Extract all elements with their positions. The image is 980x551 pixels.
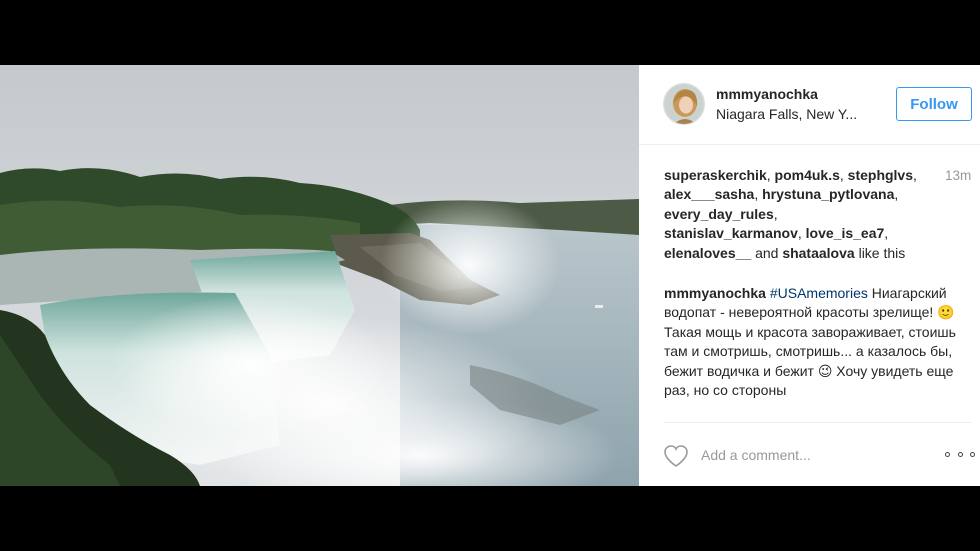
liker-username[interactable]: superaskerchik — [664, 167, 767, 183]
liker-username[interactable]: stephglvs — [848, 167, 913, 183]
liker-username[interactable]: pom4uk.s — [775, 167, 840, 183]
dot — [945, 451, 950, 457]
divider — [664, 422, 972, 423]
post-caption: mmmyanochka #USAmemories Ниагарский водо… — [664, 284, 964, 420]
heart-outline-icon — [664, 445, 688, 467]
likes-list: superaskerchik, pom4uk.s, stephglvs, ale… — [664, 167, 917, 261]
follow-button[interactable]: Follow — [896, 87, 972, 121]
caption-username[interactable]: mmmyanochka — [664, 285, 766, 301]
post-location[interactable]: Niagara Falls, New Y... — [716, 106, 876, 122]
post-details-panel: mmmyanochka Niagara Falls, New Y... Foll… — [639, 65, 980, 486]
more-options-icon[interactable] — [945, 447, 975, 461]
post-author-username[interactable]: mmmyanochka — [716, 86, 818, 102]
post-header: mmmyanochka Niagara Falls, New Y... Foll… — [639, 65, 980, 145]
liker-username[interactable]: shataalova — [782, 245, 854, 261]
likes-suffix: like this — [858, 244, 906, 261]
post-photo[interactable] — [0, 65, 639, 486]
likes-and-word: and — [755, 244, 779, 261]
dot — [970, 451, 975, 457]
caption-hashtag[interactable]: #USAmemories — [770, 285, 868, 301]
liker-username[interactable]: love_is_ea7 — [806, 225, 885, 241]
liker-username[interactable]: stanislav_karmanov — [664, 225, 798, 241]
liker-username[interactable]: hrystuna_pytlovana — [762, 186, 894, 202]
avatar[interactable] — [663, 83, 705, 125]
add-comment-input[interactable] — [701, 443, 941, 467]
avatar-image — [664, 84, 704, 124]
liker-username[interactable]: alex___sasha — [664, 186, 754, 202]
like-button[interactable] — [663, 444, 689, 468]
caption-text: Ниагарский водопат - невероятной красоты… — [664, 285, 956, 399]
liker-username[interactable]: every_day_rules — [664, 206, 774, 222]
dot — [957, 451, 963, 457]
niagara-falls-photo — [0, 65, 639, 486]
post-timestamp[interactable]: 13m — [945, 168, 971, 183]
liker-username[interactable]: elenaloves__ — [664, 245, 751, 261]
